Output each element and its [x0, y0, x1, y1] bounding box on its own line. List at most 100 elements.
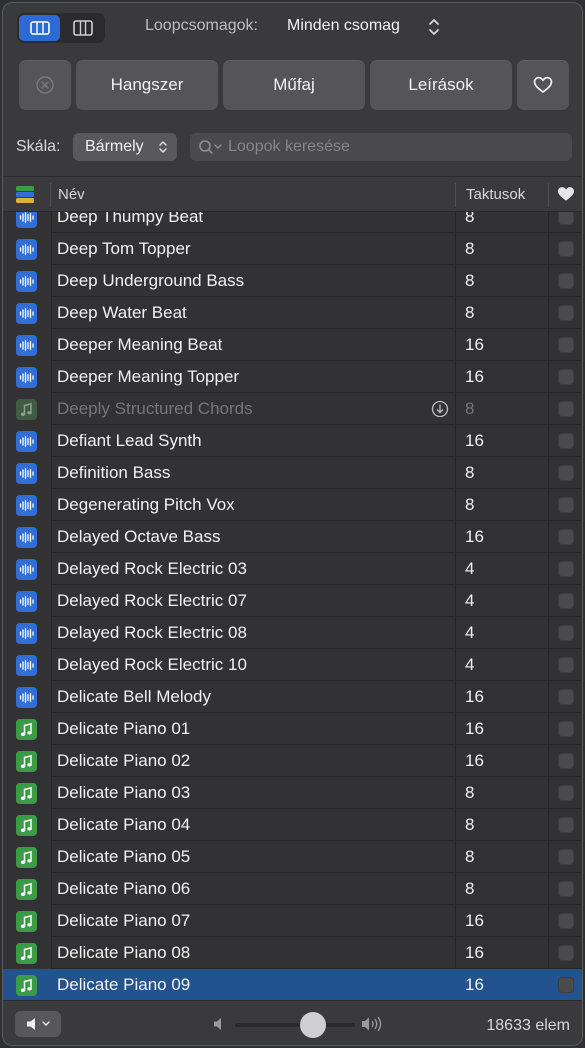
loop-name: Defiant Lead Synth: [57, 431, 202, 450]
loop-name: Delicate Piano 09: [57, 975, 191, 994]
favorite-checkbox[interactable]: [558, 369, 574, 385]
descriptors-filter-button[interactable]: Leírások: [370, 60, 512, 110]
loop-packs-popup[interactable]: Minden csomag: [287, 17, 400, 35]
scale-select[interactable]: Bármely: [73, 133, 177, 161]
favorite-checkbox[interactable]: [558, 561, 574, 577]
favorite-checkbox[interactable]: [558, 305, 574, 321]
favorite-checkbox[interactable]: [558, 657, 574, 673]
loop-bars: 16: [465, 687, 484, 706]
column-header-name[interactable]: Név: [58, 186, 85, 203]
loop-bars: 8: [465, 212, 475, 226]
midi-loop-icon: [16, 751, 37, 772]
table-row[interactable]: Deeper Meaning Beat 16: [3, 329, 582, 361]
favorite-checkbox[interactable]: [558, 689, 574, 705]
search-field[interactable]: [190, 133, 572, 161]
table-row[interactable]: Deeply Structured Chords 8: [3, 393, 582, 425]
favorite-checkbox[interactable]: [558, 977, 574, 993]
preview-speaker-button[interactable]: [15, 1011, 61, 1037]
favorite-checkbox[interactable]: [558, 593, 574, 609]
loop-bars: 16: [465, 367, 484, 386]
table-row[interactable]: Delicate Piano 08 16: [3, 937, 582, 969]
loop-bars: 16: [465, 975, 484, 994]
download-icon[interactable]: [431, 400, 449, 423]
loop-bars: 16: [465, 751, 484, 770]
loop-name: Delicate Bell Melody: [57, 687, 212, 706]
column-view-button[interactable]: [62, 15, 103, 41]
table-row[interactable]: Delicate Bell Melody 16: [3, 681, 582, 713]
loop-browser-window: Loopcsomagok: Minden csomag Hangszer Műf…: [2, 2, 583, 1046]
favorite-checkbox[interactable]: [558, 721, 574, 737]
table-row[interactable]: Delicate Piano 02 16: [3, 745, 582, 777]
loop-name: Deep Thumpy Beat: [57, 212, 204, 226]
table-row[interactable]: Delicate Piano 01 16: [3, 713, 582, 745]
favorite-checkbox[interactable]: [558, 945, 574, 961]
column-header-favorite[interactable]: [557, 186, 575, 207]
favorite-checkbox[interactable]: [558, 212, 574, 225]
table-row[interactable]: Delayed Rock Electric 07 4: [3, 585, 582, 617]
volume-slider-knob[interactable]: [300, 1012, 326, 1038]
search-input[interactable]: [228, 138, 548, 156]
favorite-checkbox[interactable]: [558, 273, 574, 289]
footer-bar: 18633 elem: [3, 1000, 582, 1045]
table-row[interactable]: Delayed Rock Electric 10 4: [3, 649, 582, 681]
table-row[interactable]: Degenerating Pitch Vox 8: [3, 489, 582, 521]
loop-bars: 8: [465, 783, 475, 802]
table-row[interactable]: Deep Tom Topper 8: [3, 233, 582, 265]
favorites-filter-button[interactable]: [517, 60, 569, 110]
heart-icon: [558, 187, 574, 201]
loop-list[interactable]: Deep Thumpy Beat 8 Deep Tom Topper 8 Deep Un…: [3, 212, 582, 1000]
table-row[interactable]: Delicate Piano 07 16: [3, 905, 582, 937]
favorite-checkbox[interactable]: [558, 241, 574, 257]
favorite-checkbox[interactable]: [558, 753, 574, 769]
favorite-checkbox[interactable]: [558, 529, 574, 545]
table-row[interactable]: Deep Thumpy Beat 8: [3, 212, 582, 233]
search-icon[interactable]: [198, 139, 224, 155]
table-row[interactable]: Deep Water Beat 8: [3, 297, 582, 329]
table-row[interactable]: Delicate Piano 05 8: [3, 841, 582, 873]
favorite-checkbox[interactable]: [558, 337, 574, 353]
list-view-button[interactable]: [19, 15, 60, 41]
loop-bars: 8: [465, 271, 475, 290]
table-row[interactable]: Deep Underground Bass 8: [3, 265, 582, 297]
instrument-filter-button[interactable]: Hangszer: [76, 60, 218, 110]
table-row[interactable]: Delicate Piano 06 8: [3, 873, 582, 905]
table-row[interactable]: Delicate Piano 09 16: [3, 969, 582, 1000]
loop-bars: 8: [465, 399, 475, 418]
table-row[interactable]: Delayed Octave Bass 16: [3, 521, 582, 553]
favorite-checkbox[interactable]: [558, 785, 574, 801]
genre-filter-button[interactable]: Műfaj: [223, 60, 365, 110]
table-row[interactable]: Defiant Lead Synth 16: [3, 425, 582, 457]
favorite-checkbox[interactable]: [558, 433, 574, 449]
table-row[interactable]: Delicate Piano 04 8: [3, 809, 582, 841]
audio-loop-icon: [16, 431, 37, 452]
table-row[interactable]: Delicate Piano 03 8: [3, 777, 582, 809]
clear-filters-button[interactable]: [19, 60, 71, 110]
loop-type-icon[interactable]: [16, 185, 34, 208]
table-row[interactable]: Definition Bass 8: [3, 457, 582, 489]
audio-loop-icon: [16, 271, 37, 292]
volume-slider[interactable]: [235, 1023, 355, 1027]
scale-label: Skála:: [16, 138, 61, 155]
audio-loop-icon: [16, 687, 37, 708]
table-row[interactable]: Deeper Meaning Topper 16: [3, 361, 582, 393]
favorite-checkbox[interactable]: [558, 817, 574, 833]
midi-loop-icon: [16, 815, 37, 836]
favorite-checkbox[interactable]: [558, 849, 574, 865]
scale-value: Bármely: [85, 138, 144, 155]
table-row[interactable]: Delayed Rock Electric 08 4: [3, 617, 582, 649]
chevron-updown-icon[interactable]: [427, 15, 441, 39]
favorite-checkbox[interactable]: [558, 465, 574, 481]
midi-loop-icon: [16, 975, 37, 996]
loop-name: Delayed Rock Electric 10: [57, 655, 247, 674]
loop-name: Definition Bass: [57, 463, 171, 482]
audio-loop-icon: [16, 591, 37, 612]
loop-bars: 4: [465, 591, 475, 610]
favorite-checkbox[interactable]: [558, 401, 574, 417]
favorite-checkbox[interactable]: [558, 881, 574, 897]
loop-bars: 16: [465, 719, 484, 738]
favorite-checkbox[interactable]: [558, 625, 574, 641]
favorite-checkbox[interactable]: [558, 497, 574, 513]
column-header-bars[interactable]: Taktusok: [466, 186, 525, 203]
favorite-checkbox[interactable]: [558, 913, 574, 929]
table-row[interactable]: Delayed Rock Electric 03 4: [3, 553, 582, 585]
